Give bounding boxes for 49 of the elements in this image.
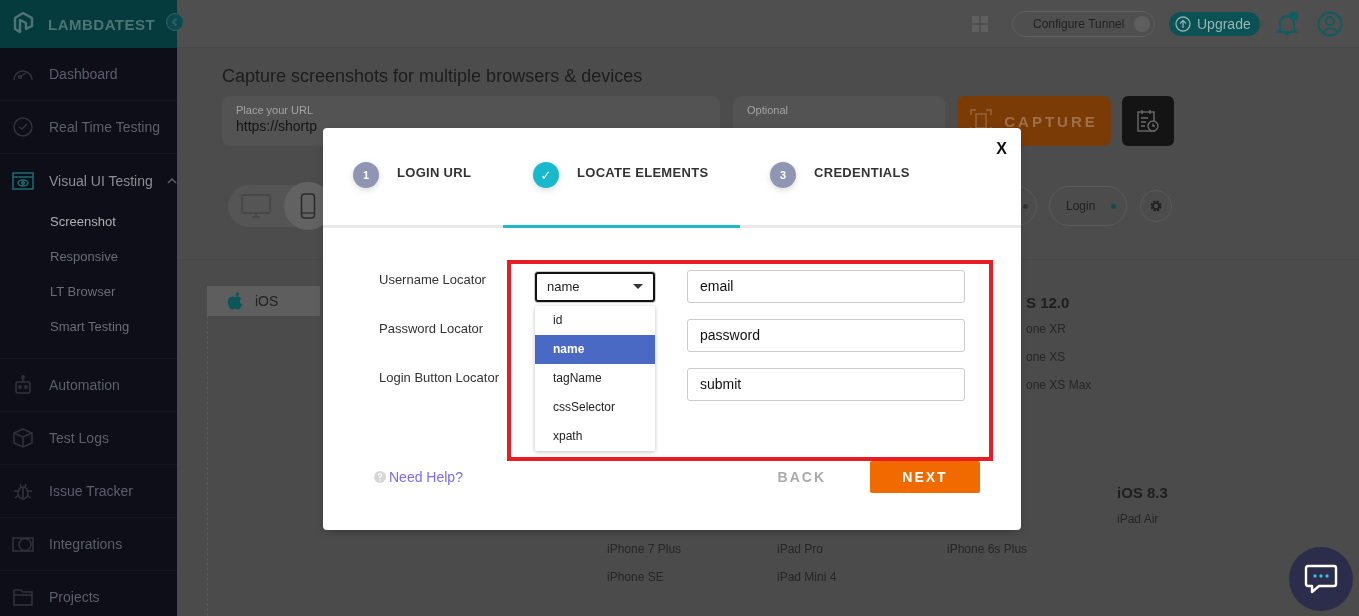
clock-icon <box>11 115 35 139</box>
locator-select[interactable]: name <box>535 271 655 302</box>
sidebar-label: Automation <box>49 377 120 393</box>
field-label: Login Button Locator <box>379 370 500 387</box>
sidebar-label: Dashboard <box>49 66 118 82</box>
step-tab[interactable]: ✓ LOCATE ELEMENTS <box>503 128 740 228</box>
avatar-icon[interactable] <box>1317 10 1343 37</box>
upgrade-button[interactable]: Upgrade <box>1169 11 1260 36</box>
dropdown-option[interactable]: id <box>535 306 655 335</box>
sidebar-subitem[interactable]: Smart Testing <box>0 309 177 344</box>
input-field[interactable]: submit <box>687 368 965 401</box>
sidebar-subitem[interactable]: Responsive <box>0 239 177 274</box>
caret-icon <box>633 283 643 290</box>
dropdown-option[interactable]: cssSelector <box>535 393 655 422</box>
next-button[interactable]: NEXT <box>870 461 980 493</box>
question-icon <box>374 471 386 483</box>
apple-icon <box>227 292 243 310</box>
sidebar-item[interactable]: Dashboard <box>0 48 177 101</box>
sidebar-label: Projects <box>49 589 100 605</box>
input-field[interactable]: email <box>687 270 965 303</box>
phone-icon <box>300 193 316 219</box>
schedule-button[interactable] <box>1122 96 1174 146</box>
back-button[interactable]: BACK <box>777 469 826 485</box>
sidebar-label: Issue Tracker <box>49 483 134 499</box>
input-field[interactable]: password <box>687 319 965 352</box>
sidebar-label: Integrations <box>49 536 123 552</box>
chat-icon <box>1304 563 1338 595</box>
arrow-up-icon <box>1175 15 1191 32</box>
field-label: Password Locator <box>379 321 485 338</box>
logo-icon <box>12 12 34 36</box>
help-link[interactable]: Need Help? <box>374 469 463 485</box>
dropdown-option[interactable]: tagName <box>535 364 655 393</box>
sidebar-subitem[interactable]: LT Browser <box>0 274 177 309</box>
sidebar-subitem[interactable]: Screenshot <box>0 204 177 239</box>
sidebar-label: Visual UI Testing <box>49 172 153 189</box>
box-icon <box>11 426 35 450</box>
os-tab[interactable]: iOS <box>207 286 320 316</box>
chevron-left-icon <box>170 17 180 27</box>
sidebar-label: Real Time Testing <box>49 119 160 135</box>
field-label: Username Locator <box>379 272 487 289</box>
bell-icon[interactable] <box>1274 10 1300 37</box>
sidebar-item[interactable]: Real Time Testing <box>0 101 177 154</box>
dropdown-option[interactable]: name <box>535 335 655 364</box>
sidebar-item[interactable]: Visual UI Testing <box>0 154 177 207</box>
sidebar-label: Test Logs <box>49 430 109 446</box>
dropdown-option[interactable]: xpath <box>535 422 655 451</box>
gear-icon <box>1149 199 1163 213</box>
logo-text: LAMBDATEST <box>48 15 156 33</box>
calendar-clock-icon <box>1135 108 1161 134</box>
